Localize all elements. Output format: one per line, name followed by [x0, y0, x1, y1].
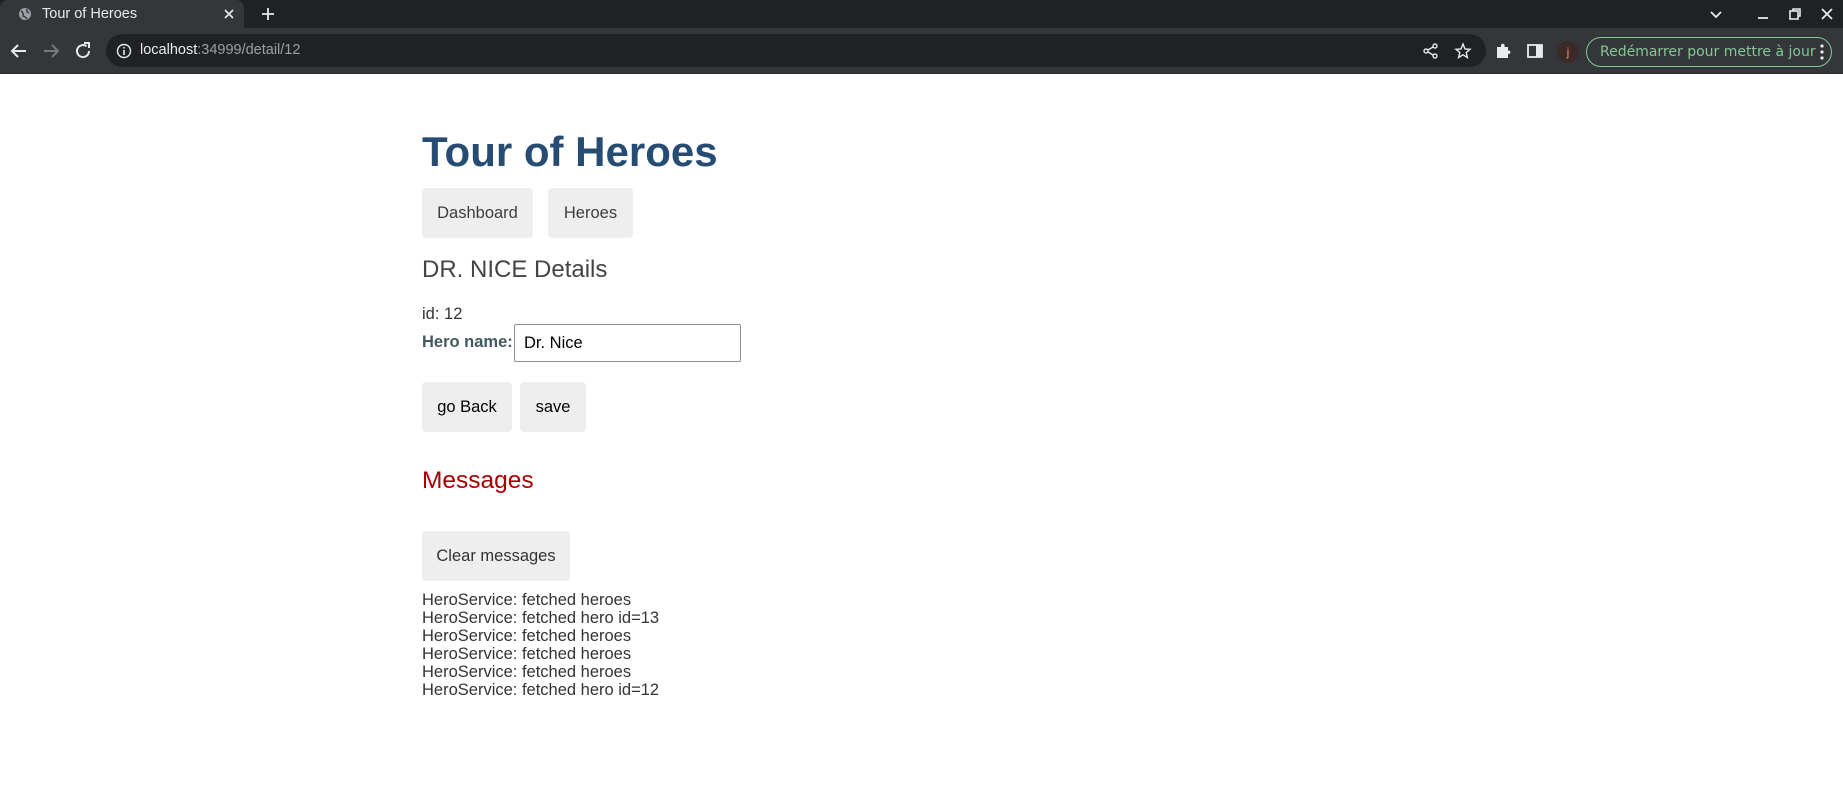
page-title: Tour of Heroes	[422, 128, 718, 175]
new-tab-plus-icon[interactable]	[259, 5, 277, 23]
clear-messages-button[interactable]: Clear messages	[422, 531, 570, 581]
window-close-icon[interactable]	[1818, 5, 1836, 23]
tab-title: Tour of Heroes	[42, 6, 138, 22]
hero-name-input[interactable]	[514, 324, 741, 362]
nav-heroes-link[interactable]: Heroes	[548, 188, 633, 238]
side-panel-icon[interactable]	[1525, 41, 1545, 61]
message-item: HeroService: fetched heroes	[422, 645, 632, 663]
bookmark-star-icon[interactable]	[1454, 42, 1472, 60]
globe-icon	[19, 8, 31, 20]
url-host: localhost	[140, 42, 198, 58]
messages-title: Messages	[422, 467, 534, 494]
message-item: HeroService: fetched heroes	[422, 627, 632, 645]
reload-icon[interactable]	[72, 40, 94, 62]
message-item: HeroService: fetched hero id=13	[422, 609, 660, 627]
url-text[interactable]: localhost:34999/detail/12	[140, 42, 300, 58]
more-menu-icon[interactable]	[1815, 43, 1829, 61]
hero-name-label: Hero name:	[422, 333, 513, 351]
site-info-icon[interactable]	[116, 43, 132, 59]
nav-dashboard-link[interactable]: Dashboard	[422, 188, 533, 238]
save-button[interactable]: save	[520, 382, 586, 432]
browser-tab-strip: Tour of Heroes	[0, 0, 1843, 28]
extensions-puzzle-icon[interactable]	[1493, 41, 1513, 61]
hero-id-label: id:	[422, 305, 445, 323]
hero-detail-title: DR. NICE Details	[422, 256, 608, 283]
back-arrow-icon[interactable]	[8, 40, 30, 62]
message-item: HeroService: fetched heroes	[422, 663, 632, 681]
share-icon[interactable]	[1422, 42, 1440, 60]
restore-icon[interactable]	[1786, 5, 1804, 23]
hero-id-value: 12	[444, 305, 463, 323]
hero-id-line: id: 12	[422, 305, 462, 324]
url-path: :34999/detail/12	[197, 42, 301, 58]
message-list: HeroService: fetched heroes HeroService:…	[422, 591, 659, 699]
browser-tab[interactable]: Tour of Heroes	[0, 0, 244, 28]
go-back-button[interactable]: go Back	[422, 382, 512, 432]
address-bar[interactable]: localhost:34999/detail/12	[106, 34, 1486, 67]
minimize-icon[interactable]	[1754, 5, 1772, 23]
tab-search-chevron-icon[interactable]	[1707, 5, 1725, 23]
message-item: HeroService: fetched hero id=12	[422, 681, 660, 699]
update-restart-button[interactable]: Redémarrer pour mettre à jour	[1586, 37, 1832, 67]
close-icon[interactable]	[221, 6, 237, 22]
profile-avatar[interactable]: j	[1557, 41, 1579, 63]
forward-arrow-icon[interactable]	[40, 40, 62, 62]
message-item: HeroService: fetched heroes	[422, 591, 632, 609]
